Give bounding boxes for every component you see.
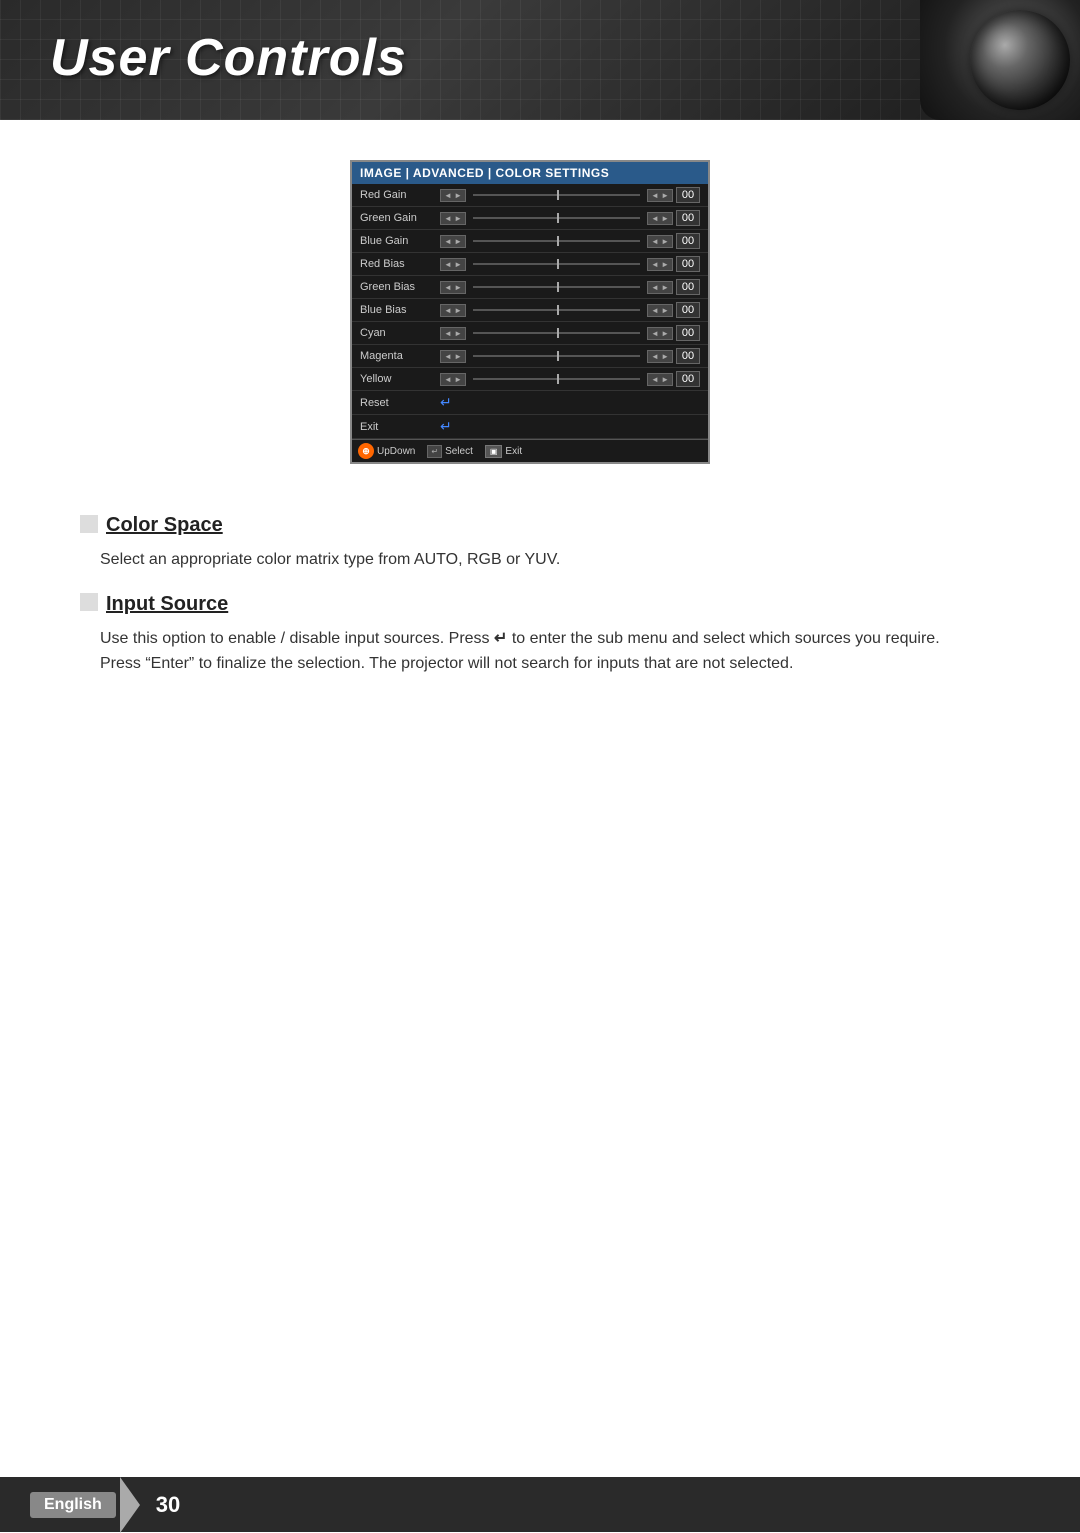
osd-row-blue-bias: Blue Bias ◄ ► ◄ ► 00 [352, 299, 708, 322]
osd-label-blue-bias: Blue Bias [360, 304, 440, 316]
osd-label-reset: Reset [360, 397, 440, 409]
osd-btn-left-magenta: ◄ ► [440, 350, 466, 363]
osd-slider-green-gain [473, 217, 640, 219]
osd-controls-yellow: ◄ ► ◄ ► 00 [440, 371, 700, 387]
osd-btn-right-green-gain: ◄ ► [647, 212, 673, 225]
osd-btn-left-blue-gain: ◄ ► [440, 235, 466, 248]
osd-row-cyan: Cyan ◄ ► ◄ ► 00 [352, 322, 708, 345]
osd-controls-cyan: ◄ ► ◄ ► 00 [440, 325, 700, 341]
color-space-title: Color Space [50, 514, 1030, 537]
osd-controls-red-gain: ◄ ► ◄ ► 00 [440, 187, 700, 203]
osd-btn-left-green-bias: ◄ ► [440, 281, 466, 294]
osd-btn-left-blue-bias: ◄ ► [440, 304, 466, 317]
osd-slider-red-gain [473, 194, 640, 196]
osd-slider-blue-bias [473, 309, 640, 311]
footer-language-badge: English [30, 1492, 116, 1518]
osd-value-blue-bias: 00 [676, 302, 700, 318]
osd-header: IMAGE | ADVANCED | COLOR SETTINGS [352, 162, 708, 184]
osd-btn-left-red-bias: ◄ ► [440, 258, 466, 271]
exit-menu-icon: ▣ [485, 445, 503, 458]
osd-label-blue-gain: Blue Gain [360, 235, 440, 247]
osd-slider-red-bias [473, 263, 640, 265]
color-space-section: Color Space Select an appropriate color … [50, 514, 1030, 573]
osd-screenshot: IMAGE | ADVANCED | COLOR SETTINGS Red Ga… [350, 160, 710, 464]
osd-label-red-gain: Red Gain [360, 189, 440, 201]
osd-controls-green-bias: ◄ ► ◄ ► 00 [440, 279, 700, 295]
osd-box: IMAGE | ADVANCED | COLOR SETTINGS Red Ga… [350, 160, 710, 464]
osd-footer-updown-label: UpDown [377, 446, 415, 457]
updown-nav-icon: ⊕ [358, 443, 374, 459]
osd-controls-magenta: ◄ ► ◄ ► 00 [440, 348, 700, 364]
osd-btn-left-red-gain: ◄ ► [440, 189, 466, 202]
osd-row-red-gain: Red Gain ◄ ► ◄ ► 00 [352, 184, 708, 207]
osd-exit-enter-icon: ↵ [440, 418, 452, 435]
osd-slider-cyan [473, 332, 640, 334]
osd-value-blue-gain: 00 [676, 233, 700, 249]
osd-footer-exit: ▣ Exit [485, 445, 522, 458]
osd-slider-yellow [473, 378, 640, 380]
osd-btn-right-red-gain: ◄ ► [647, 189, 673, 202]
osd-controls-blue-gain: ◄ ► ◄ ► 00 [440, 233, 700, 249]
osd-label-exit: Exit [360, 421, 440, 433]
osd-btn-right-magenta: ◄ ► [647, 350, 673, 363]
osd-value-green-bias: 00 [676, 279, 700, 295]
input-source-title: Input Source [50, 593, 1030, 616]
page-footer: English 30 [0, 1477, 1080, 1532]
osd-label-yellow: Yellow [360, 373, 440, 385]
osd-footer-select: ↵ Select [427, 445, 473, 458]
osd-btn-right-red-bias: ◄ ► [647, 258, 673, 271]
osd-value-magenta: 00 [676, 348, 700, 364]
osd-footer-select-label: Select [445, 446, 473, 457]
osd-value-green-gain: 00 [676, 210, 700, 226]
osd-reset-enter-icon: ↵ [440, 394, 452, 411]
osd-btn-left-green-gain: ◄ ► [440, 212, 466, 225]
page-title: User Controls [50, 28, 407, 88]
footer-triangle-decoration [120, 1477, 140, 1533]
osd-row-reset: Reset ↵ [352, 391, 708, 415]
osd-slider-magenta [473, 355, 640, 357]
lens-decoration [920, 0, 1080, 120]
osd-btn-right-green-bias: ◄ ► [647, 281, 673, 294]
osd-btn-left-cyan: ◄ ► [440, 327, 466, 340]
osd-slider-blue-gain [473, 240, 640, 242]
osd-row-green-gain: Green Gain ◄ ► ◄ ► 00 [352, 207, 708, 230]
osd-controls-blue-bias: ◄ ► ◄ ► 00 [440, 302, 700, 318]
osd-footer: ⊕ UpDown ↵ Select ▣ Exit [352, 439, 708, 462]
osd-footer-updown: ⊕ UpDown [358, 443, 415, 459]
osd-row-magenta: Magenta ◄ ► ◄ ► 00 [352, 345, 708, 368]
osd-value-red-bias: 00 [676, 256, 700, 272]
osd-label-green-bias: Green Bias [360, 281, 440, 293]
osd-footer-exit-label: Exit [505, 446, 522, 457]
osd-value-cyan: 00 [676, 325, 700, 341]
osd-row-yellow: Yellow ◄ ► ◄ ► 00 [352, 368, 708, 391]
color-space-body: Select an appropriate color matrix type … [50, 547, 950, 573]
osd-btn-right-blue-bias: ◄ ► [647, 304, 673, 317]
input-source-body: Use this option to enable / disable inpu… [50, 626, 950, 677]
osd-row-red-bias: Red Bias ◄ ► ◄ ► 00 [352, 253, 708, 276]
osd-slider-green-bias [473, 286, 640, 288]
osd-label-red-bias: Red Bias [360, 258, 440, 270]
osd-value-red-gain: 00 [676, 187, 700, 203]
enter-symbol-icon: ↵ [494, 626, 507, 652]
osd-controls-green-gain: ◄ ► ◄ ► 00 [440, 210, 700, 226]
osd-btn-right-yellow: ◄ ► [647, 373, 673, 386]
osd-row-green-bias: Green Bias ◄ ► ◄ ► 00 [352, 276, 708, 299]
osd-value-yellow: 00 [676, 371, 700, 387]
osd-btn-left-yellow: ◄ ► [440, 373, 466, 386]
footer-page-number: 30 [156, 1492, 180, 1518]
osd-row-blue-gain: Blue Gain ◄ ► ◄ ► 00 [352, 230, 708, 253]
osd-label-magenta: Magenta [360, 350, 440, 362]
osd-btn-right-blue-gain: ◄ ► [647, 235, 673, 248]
main-content: IMAGE | ADVANCED | COLOR SETTINGS Red Ga… [0, 130, 1080, 777]
osd-controls-red-bias: ◄ ► ◄ ► 00 [440, 256, 700, 272]
osd-btn-right-cyan: ◄ ► [647, 327, 673, 340]
osd-row-exit: Exit ↵ [352, 415, 708, 439]
osd-label-green-gain: Green Gain [360, 212, 440, 224]
osd-label-cyan: Cyan [360, 327, 440, 339]
select-key-icon: ↵ [427, 445, 442, 458]
input-source-section: Input Source Use this option to enable /… [50, 593, 1030, 677]
input-source-body-part1: Use this option to enable / disable inpu… [100, 630, 494, 647]
